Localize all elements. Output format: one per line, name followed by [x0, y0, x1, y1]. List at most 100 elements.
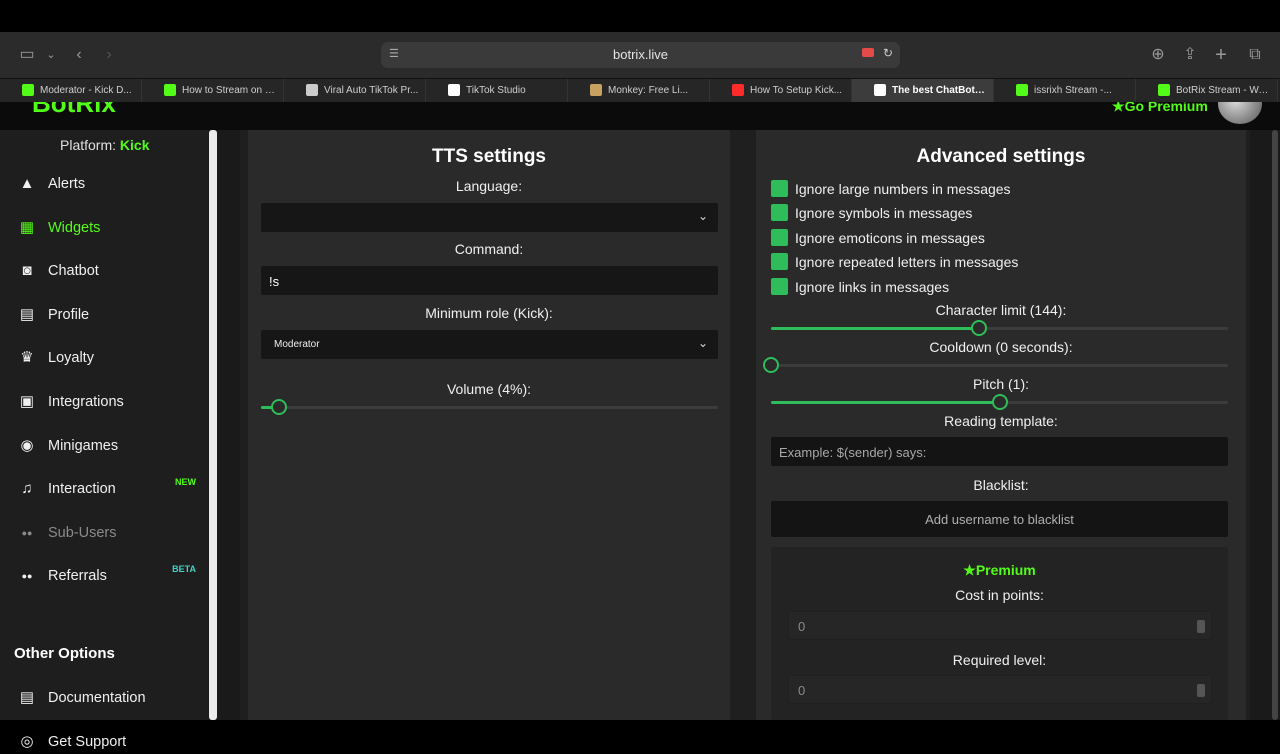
- sidebar-item-label: Widgets: [48, 219, 101, 236]
- stepper-icon[interactable]: [1197, 684, 1205, 697]
- sidebar-item-alerts[interactable]: ▲ Alerts: [18, 172, 204, 196]
- checkbox-checked-icon[interactable]: [771, 204, 788, 222]
- chevron-down-icon: ⌄: [697, 336, 708, 350]
- cooldown-slider[interactable]: [763, 357, 1228, 373]
- sidebar-item-label: Interaction: [48, 481, 116, 498]
- sidebar-item-interaction[interactable]: ♫ Interaction NEW: [18, 477, 204, 501]
- sidebar-item-integrations[interactable]: ▣ Integrations: [18, 390, 204, 414]
- blacklist-input[interactable]: Add username to blacklist: [771, 501, 1228, 537]
- reading-template-input[interactable]: Example: $(sender) says:: [771, 437, 1228, 466]
- os-top-bar: [0, 0, 1280, 32]
- sidebar-item-chatbot[interactable]: ◙ Chatbot: [18, 259, 204, 283]
- browser-tab[interactable]: The best ChatBot a...: [852, 79, 994, 103]
- document-icon: ▤: [19, 689, 35, 706]
- sidebar-item-sub-users[interactable]: ●● Sub-Users: [18, 521, 204, 545]
- premium-section: ★Premium Cost in points: 0 Required leve…: [771, 547, 1228, 720]
- advanced-checkbox[interactable]: Ignore emoticons in messages: [771, 228, 1171, 248]
- badge: NEW: [175, 477, 196, 488]
- sidebar-scrollbar[interactable]: [209, 130, 217, 720]
- url-text: botrix.live: [613, 47, 668, 62]
- pitch-slider[interactable]: [771, 394, 1228, 410]
- new-tab-icon[interactable]: +: [1210, 44, 1232, 66]
- sidebar-item-documentation[interactable]: ▤ Documentation: [18, 686, 204, 710]
- checkbox-checked-icon[interactable]: [771, 180, 788, 197]
- language-select[interactable]: ⌄: [261, 203, 718, 232]
- camera-icon[interactable]: [862, 48, 874, 57]
- slider-track: [771, 364, 1228, 367]
- minimum-role-select[interactable]: Moderator ⌄: [261, 330, 718, 359]
- slider-thumb[interactable]: [271, 399, 288, 415]
- reload-icon[interactable]: ↻: [883, 46, 893, 60]
- stepper-icon[interactable]: [1197, 620, 1205, 633]
- checkbox-checked-icon[interactable]: [771, 277, 788, 295]
- required-level-input[interactable]: 0: [788, 675, 1212, 704]
- sidebar-item-label: Get Support: [48, 733, 127, 750]
- reading-template-placeholder: Example: $(sender) says:: [779, 445, 927, 460]
- page-scrollbar[interactable]: [1272, 130, 1278, 720]
- favicon-icon: [164, 84, 176, 96]
- required-level-value: 0: [798, 683, 806, 698]
- back-icon[interactable]: ‹: [68, 44, 90, 66]
- browser-tab[interactable]: Monkey: Free Li...: [568, 79, 710, 103]
- widgets-icon: ▦: [19, 218, 35, 236]
- checkbox-label: Ignore repeated letters in messages: [795, 254, 1019, 271]
- site-header: BotRix ★Go Premium: [0, 102, 1280, 130]
- sidebar-item-minigames[interactable]: ◉ Minigames: [18, 434, 204, 458]
- sidebar-item-widgets[interactable]: ▦ Widgets: [18, 216, 204, 240]
- advanced-checkbox[interactable]: Ignore links in messages: [771, 277, 1171, 297]
- advanced-checkbox[interactable]: Ignore repeated letters in messages: [771, 252, 1171, 272]
- favicon-icon: [448, 84, 460, 96]
- advanced-settings-panel: Advanced settings Ignore large numbers i…: [756, 130, 1246, 720]
- forward-icon[interactable]: ›: [98, 44, 120, 66]
- gamepad-icon: ◉: [20, 436, 34, 454]
- slider-fill: [771, 327, 979, 330]
- advanced-checkbox[interactable]: Ignore symbols in messages: [771, 203, 1171, 223]
- cost-in-points-input[interactable]: 0: [788, 611, 1212, 640]
- browser-tab[interactable]: TikTok Studio: [426, 79, 568, 103]
- address-bar[interactable]: ☰ botrix.live ↻: [381, 42, 900, 68]
- cost-in-points-value: 0: [798, 619, 806, 634]
- tab-title: The best ChatBot a...: [892, 85, 987, 96]
- language-label: Language:: [455, 178, 523, 194]
- go-premium-link[interactable]: ★Go Premium: [1112, 102, 1208, 115]
- browser-tab[interactable]: How To Setup Kick...: [710, 79, 852, 103]
- sidebar-item-loyalty[interactable]: ♛ Loyalty: [18, 346, 204, 370]
- advanced-checkbox[interactable]: Ignore large numbers in messages: [771, 179, 1171, 199]
- character-limit-slider[interactable]: [771, 320, 1228, 336]
- sidebar-toggle-icon[interactable]: ▭: [16, 44, 38, 66]
- favicon-icon: [22, 84, 34, 96]
- checkbox-checked-icon[interactable]: [771, 253, 788, 271]
- other-options-title: Other Options: [14, 645, 115, 662]
- tab-overview-icon[interactable]: ⧉: [1244, 44, 1266, 66]
- sidebar-item-label: Sub-Users: [48, 524, 117, 541]
- sidebar-item-label: Chatbot: [48, 263, 99, 280]
- share-icon[interactable]: ⇪: [1179, 44, 1201, 66]
- sidebar-item-label: Loyalty: [48, 350, 94, 367]
- premium-label: Premium: [975, 562, 1036, 578]
- slider-thumb[interactable]: [763, 357, 779, 373]
- browser-tab[interactable]: Viral Auto TikTok Pr...: [284, 79, 426, 103]
- avatar[interactable]: [1218, 102, 1262, 124]
- sidebar-item-get-support[interactable]: ◎ Get Support: [18, 730, 204, 754]
- slider-thumb[interactable]: [991, 394, 1008, 410]
- browser-tab[interactable]: issrixh Stream -...: [994, 79, 1136, 103]
- sidebar-item-profile[interactable]: ▤ Profile: [18, 303, 204, 327]
- command-input[interactable]: !s: [261, 266, 718, 295]
- sidebar-item-label: Profile: [48, 306, 90, 323]
- support-icon: ◎: [20, 732, 34, 750]
- browser-tab[interactable]: Moderator - Kick D...: [0, 79, 142, 103]
- checkbox-checked-icon[interactable]: [771, 228, 788, 246]
- browser-tab[interactable]: How to Stream on K...: [142, 79, 284, 103]
- robot-icon: ◙: [22, 262, 32, 280]
- volume-slider[interactable]: [261, 399, 718, 415]
- id-card-icon: ▤: [19, 305, 35, 323]
- chevron-down-icon[interactable]: ⌄: [40, 44, 62, 66]
- download-icon[interactable]: ⊕: [1147, 44, 1169, 66]
- browser-tab[interactable]: BotRix Stream - Wa...: [1136, 79, 1278, 103]
- badge: BETA: [172, 564, 196, 575]
- slider-thumb[interactable]: [970, 320, 987, 336]
- platform-indicator: Platform: Kick: [60, 137, 149, 153]
- botrix-logo[interactable]: BotRix: [32, 102, 116, 119]
- blacklist-label: Blacklist:: [973, 477, 1029, 493]
- sidebar-item-referrals[interactable]: ●● Referrals BETA: [18, 564, 204, 588]
